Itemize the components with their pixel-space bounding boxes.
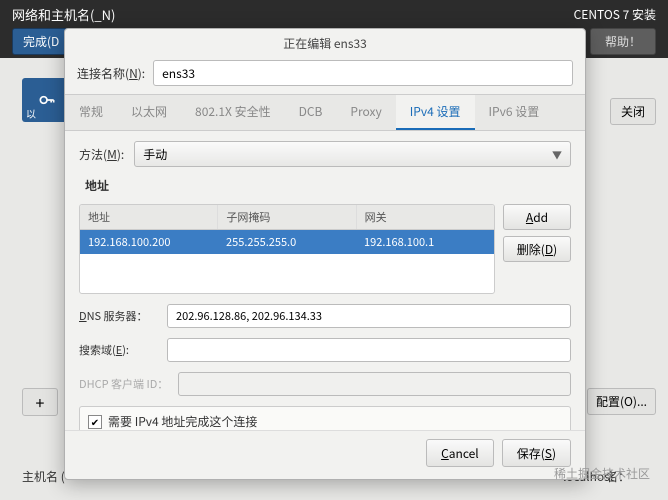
cell-gateway: 192.168.100.1 bbox=[356, 230, 494, 254]
require-ipv4-row: ✔ 需要 IPv4 地址完成这个连接 bbox=[79, 406, 571, 430]
tab-general[interactable]: 常规 bbox=[65, 95, 117, 130]
tab-8021x[interactable]: 802.1X 安全性 bbox=[181, 95, 285, 130]
installer-label: CENTOS 7 安装 bbox=[574, 6, 656, 23]
dns-row: DNS 服务器： bbox=[79, 304, 571, 328]
close-button[interactable]: 关闭 bbox=[610, 98, 656, 125]
tab-bar: 常规 以太网 802.1X 安全性 DCB Proxy IPv4 设置 IPv6… bbox=[65, 94, 585, 131]
method-select[interactable]: 手动 ▼ bbox=[134, 141, 571, 167]
tab-ipv6[interactable]: IPv6 设置 bbox=[475, 95, 554, 130]
connection-name-input[interactable] bbox=[153, 60, 573, 86]
cancel-button[interactable]: Cancel bbox=[426, 439, 494, 467]
key-icon bbox=[37, 90, 57, 110]
tab-dcb[interactable]: DCB bbox=[285, 95, 337, 130]
address-section: 地址 子网掩码 网关 192.168.100.200 255.255.255.0… bbox=[79, 204, 571, 294]
edit-connection-dialog: 正在编辑 ens33 连接名称(N): 常规 以太网 802.1X 安全性 DC… bbox=[64, 28, 586, 480]
ethernet-label-prefix: 以 bbox=[26, 106, 36, 121]
cell-ip: 192.168.100.200 bbox=[80, 230, 218, 254]
dialog-button-row: Cancel 保存(S) bbox=[65, 430, 585, 479]
dhcp-client-id-row: DHCP 客户端 ID： bbox=[79, 372, 571, 396]
require-ipv4-checkbox[interactable]: ✔ bbox=[88, 415, 102, 429]
require-ipv4-label: 需要 IPv4 地址完成这个连接 bbox=[108, 413, 257, 430]
address-row[interactable]: 192.168.100.200 255.255.255.0 192.168.10… bbox=[80, 230, 494, 254]
col-netmask: 子网掩码 bbox=[218, 205, 356, 229]
page-title: 网络和主机名(_N) bbox=[12, 5, 115, 24]
address-buttons: Add 删除(D) bbox=[503, 204, 571, 294]
add-address-button[interactable]: Add bbox=[503, 204, 571, 230]
installer-header: 网络和主机名(_N) CENTOS 7 安装 bbox=[0, 0, 668, 28]
dhcp-client-id-input bbox=[178, 372, 571, 396]
dns-input[interactable] bbox=[167, 304, 571, 328]
search-domain-row: 搜索域(E): bbox=[79, 338, 571, 362]
search-domain-label: 搜索域(E): bbox=[79, 342, 157, 358]
method-row: 方法(M): 手动 ▼ bbox=[79, 141, 571, 167]
address-table-header: 地址 子网掩码 网关 bbox=[80, 205, 494, 230]
hostname-label: 主机名 ( bbox=[22, 468, 65, 485]
col-address: 地址 bbox=[80, 205, 218, 229]
address-table[interactable]: 地址 子网掩码 网关 192.168.100.200 255.255.255.0… bbox=[79, 204, 495, 294]
search-domain-input[interactable] bbox=[167, 338, 571, 362]
chevron-down-icon: ▼ bbox=[552, 147, 562, 162]
dialog-title: 正在编辑 ens33 bbox=[65, 29, 585, 56]
address-section-label: 地址 bbox=[85, 177, 571, 194]
hostname-suffix: 名： bbox=[606, 468, 630, 485]
cell-mask: 255.255.255.0 bbox=[218, 230, 356, 254]
dhcp-client-id-label: DHCP 客户端 ID： bbox=[79, 376, 168, 392]
method-select-value: 手动 bbox=[143, 146, 167, 163]
configure-button[interactable]: 配置(O)... bbox=[587, 388, 656, 415]
save-button[interactable]: 保存(S) bbox=[502, 439, 571, 467]
tab-ipv4[interactable]: IPv4 设置 bbox=[396, 95, 475, 130]
help-button[interactable]: 帮助！ bbox=[590, 28, 656, 55]
connection-name-label: 连接名称(N): bbox=[77, 65, 145, 82]
add-interface-button[interactable]: + bbox=[22, 388, 58, 416]
ipv4-tab-content: 方法(M): 手动 ▼ 地址 地址 子网掩码 网关 192.168.100.20… bbox=[65, 131, 585, 430]
done-button[interactable]: 完成(D bbox=[12, 28, 70, 55]
delete-address-button[interactable]: 删除(D) bbox=[503, 236, 571, 262]
col-gateway: 网关 bbox=[357, 205, 494, 229]
tab-ethernet[interactable]: 以太网 bbox=[117, 95, 181, 130]
tab-proxy[interactable]: Proxy bbox=[336, 95, 395, 130]
dns-label: DNS 服务器： bbox=[79, 308, 157, 324]
method-label: 方法(M): bbox=[79, 146, 124, 163]
connection-name-row: 连接名称(N): bbox=[65, 56, 585, 94]
